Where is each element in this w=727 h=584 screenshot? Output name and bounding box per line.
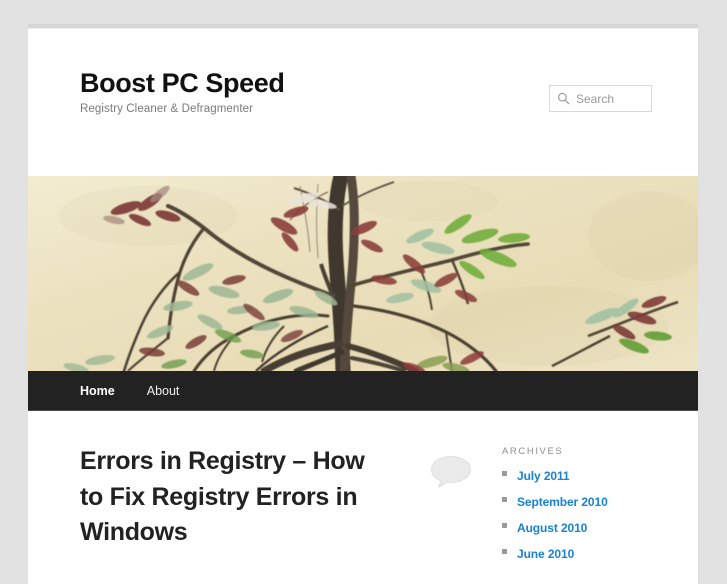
- post-title: Errors in Registry – How to Fix Registry…: [80, 444, 390, 551]
- nav-item-home[interactable]: Home: [80, 371, 115, 411]
- archive-link-june-2010[interactable]: June 2010: [517, 547, 574, 561]
- main-navigation[interactable]: Home About: [28, 371, 698, 411]
- archives-list: July 2011 September 2010 August 2010 Jun…: [502, 466, 652, 564]
- archive-link-september-2010[interactable]: September 2010: [517, 495, 608, 509]
- post-title-link[interactable]: Errors in Registry – How to Fix Registry…: [80, 447, 365, 546]
- header-image: [28, 176, 698, 371]
- primary-content: Errors in Registry – How to Fix Registry…: [80, 444, 480, 551]
- archive-link-august-2010[interactable]: August 2010: [517, 521, 587, 535]
- list-item: June 2010: [502, 544, 652, 564]
- comment-bubble-icon[interactable]: [430, 455, 472, 489]
- list-item: September 2010: [502, 492, 652, 512]
- search-form[interactable]: [549, 85, 652, 112]
- page-container: Boost PC Speed Registry Cleaner & Defrag…: [28, 24, 698, 584]
- list-item: August 2010: [502, 518, 652, 538]
- site-content: Errors in Registry – How to Fix Registry…: [28, 411, 698, 570]
- nav-item-about[interactable]: About: [147, 371, 180, 411]
- search-icon: [557, 92, 570, 105]
- sidebar: Archives July 2011 September 2010 August…: [480, 444, 652, 570]
- widget-title-archives: Archives: [502, 446, 564, 457]
- list-item: July 2011: [502, 466, 652, 486]
- widget-archives: Archives July 2011 September 2010 August…: [502, 446, 652, 564]
- search-input[interactable]: [576, 91, 644, 106]
- site-header: Boost PC Speed Registry Cleaner & Defrag…: [28, 29, 698, 176]
- site-title-link[interactable]: Boost PC Speed: [80, 68, 285, 98]
- archive-link-july-2011[interactable]: July 2011: [517, 469, 570, 483]
